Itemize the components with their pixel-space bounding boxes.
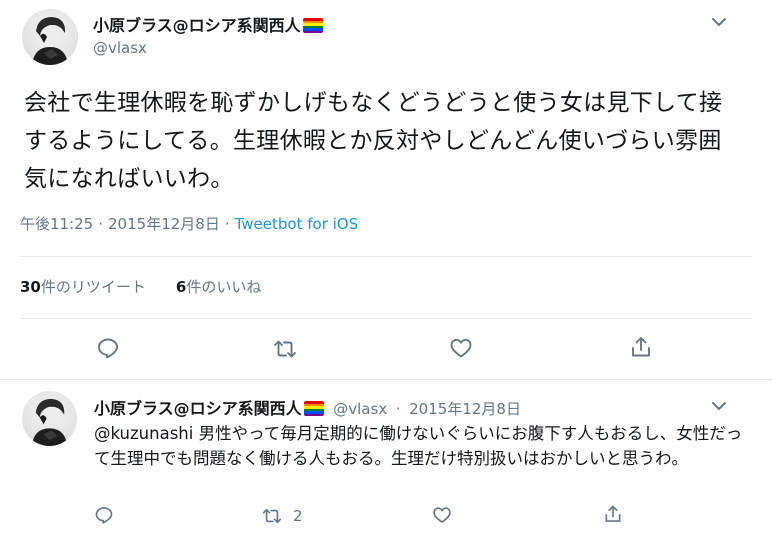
tweet-stats: 30件のリツイート 6件のいいね bbox=[20, 276, 261, 297]
divider bbox=[20, 256, 752, 257]
heart-icon bbox=[450, 338, 472, 358]
retweet-icon bbox=[274, 340, 296, 358]
tweet-text: 会社で生理休暇を恥ずかしげもなくどうどうと使う女は見下して接するようにしてる。生… bbox=[24, 90, 723, 192]
chevron-down-icon[interactable] bbox=[712, 401, 726, 411]
retweet-icon bbox=[262, 508, 282, 524]
tweet-source-link[interactable]: Tweetbot for iOS bbox=[235, 215, 359, 233]
rainbow-flag-icon bbox=[302, 18, 323, 33]
reply-button[interactable] bbox=[96, 336, 120, 360]
share-icon bbox=[605, 505, 621, 522]
rainbow-flag-icon bbox=[303, 401, 324, 416]
reply-button[interactable] bbox=[94, 505, 114, 525]
tweet-meta: 午後11:25 · 2015年12月8日 · Tweetbot for iOS bbox=[20, 213, 358, 234]
reply-header: 小原ブラス@ロシア系関西人 @vlasx · 2015年12月8日 bbox=[94, 395, 521, 419]
reply-text: @kuzunashi 男性やって毎月定期的に働けないぐらいにお腹下す人もおるし、… bbox=[94, 421, 754, 471]
tweet-separator bbox=[0, 379, 772, 380]
like-button[interactable] bbox=[432, 505, 452, 525]
reply-separator: · bbox=[395, 400, 401, 418]
retweet-count: 30 bbox=[20, 278, 41, 296]
reply-mention[interactable]: @kuzunashi bbox=[94, 424, 193, 443]
reply-retweet-count: 2 bbox=[293, 507, 303, 525]
retweet-label: 件のリツイート bbox=[40, 278, 146, 296]
like-count: 6 bbox=[175, 278, 187, 296]
retweet-button[interactable] bbox=[273, 337, 297, 361]
avatar[interactable] bbox=[22, 9, 78, 65]
reply-icon bbox=[98, 338, 118, 359]
reply-icon bbox=[95, 507, 113, 524]
chevron-down-icon[interactable] bbox=[712, 17, 726, 27]
author-name-text[interactable]: 小原ブラス@ロシア系関西人 bbox=[93, 16, 301, 35]
reply-handle[interactable]: @vlasx bbox=[333, 400, 387, 418]
retweet-button[interactable] bbox=[262, 506, 282, 526]
divider bbox=[20, 318, 752, 319]
meta-separator: · bbox=[98, 215, 104, 233]
reply-avatar[interactable] bbox=[22, 391, 77, 446]
author-name[interactable]: 小原ブラス@ロシア系関西人 bbox=[93, 12, 323, 36]
tweet-time[interactable]: 午後11:25 bbox=[20, 215, 93, 233]
tweet-date[interactable]: 2015年12月8日 bbox=[108, 215, 220, 233]
like-stat[interactable]: 6件のいいね bbox=[176, 278, 261, 296]
author-handle[interactable]: @vlasx bbox=[93, 39, 147, 57]
reply-author-name[interactable]: 小原ブラス@ロシア系関西人 bbox=[94, 399, 302, 418]
share-icon bbox=[632, 337, 650, 357]
retweet-stat[interactable]: 30件のリツイート bbox=[20, 278, 146, 296]
like-label: 件のいいね bbox=[186, 278, 262, 296]
share-button[interactable] bbox=[603, 504, 623, 524]
like-button[interactable] bbox=[449, 336, 473, 360]
reply-date[interactable]: 2015年12月8日 bbox=[409, 400, 521, 418]
share-button[interactable] bbox=[629, 335, 653, 359]
meta-separator: · bbox=[224, 215, 230, 233]
heart-icon bbox=[433, 507, 451, 523]
